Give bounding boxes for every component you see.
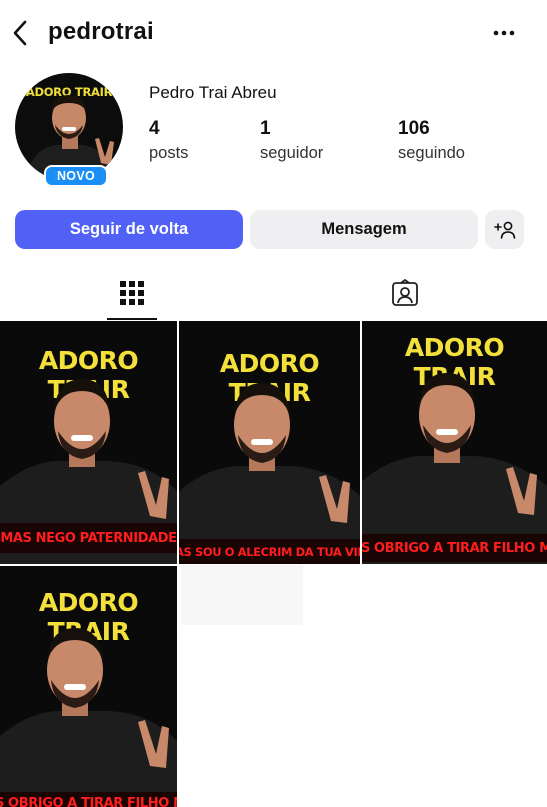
profile-tabs xyxy=(0,266,547,320)
more-options-button[interactable] xyxy=(491,22,517,44)
post-photo xyxy=(179,383,360,564)
grid-icon xyxy=(120,281,144,305)
following-count: 106 xyxy=(398,118,430,139)
stat-followers[interactable]: 1 seguidor xyxy=(260,118,323,163)
active-tab-indicator xyxy=(107,318,157,320)
profile-username: pedrotrai xyxy=(48,18,154,45)
post-tile-3[interactable]: ADORO TRAIR MAS OBRIGO A TIRAR FILHO MEU xyxy=(362,321,547,564)
tab-tagged[interactable] xyxy=(380,266,430,320)
post-tile-2[interactable]: ADORO TRAIR MAS SOU O ALECRIM DA TUA VID… xyxy=(179,321,360,564)
stat-following[interactable]: 106 seguindo xyxy=(398,118,465,163)
profile-full-name: Pedro Trai Abreu xyxy=(149,83,277,102)
tab-posts-grid[interactable] xyxy=(107,266,157,320)
tagged-icon xyxy=(392,279,418,306)
profile-avatar-container[interactable]: ADORO TRAIR NOVO xyxy=(15,73,123,187)
back-button[interactable] xyxy=(6,18,34,48)
post-tile-4[interactable]: ADORO TRAIR MAS OBRIGO A TIRAR FILHO MEU xyxy=(0,566,177,807)
post-caption: MAS OBRIGO A TIRAR FILHO MEU xyxy=(0,792,177,807)
post-tile-1[interactable]: ADORO TRAIR MAS NEGO PATERNIDADE xyxy=(0,321,177,564)
post-photo xyxy=(0,628,177,807)
add-user-icon xyxy=(493,221,515,239)
following-label: seguindo xyxy=(398,144,465,162)
post-caption: MAS OBRIGO A TIRAR FILHO MEU xyxy=(362,534,547,562)
posts-label: posts xyxy=(149,144,189,162)
posts-count: 4 xyxy=(149,118,160,139)
top-bar: pedrotrai xyxy=(0,0,547,66)
add-user-button[interactable] xyxy=(485,210,524,249)
new-badge: NOVO xyxy=(44,165,108,187)
follow-back-button[interactable]: Seguir de volta xyxy=(15,210,243,249)
post-photo xyxy=(362,373,547,564)
empty-grid-area xyxy=(181,565,303,625)
stat-posts[interactable]: 4 posts xyxy=(149,118,188,163)
message-button[interactable]: Mensagem xyxy=(250,210,478,249)
followers-label: seguidor xyxy=(260,144,324,162)
post-caption: MAS NEGO PATERNIDADE xyxy=(0,523,177,553)
followers-count: 1 xyxy=(260,118,271,139)
more-icon xyxy=(493,30,515,36)
post-caption: MAS SOU O ALECRIM DA TUA VIDA xyxy=(179,539,360,564)
chevron-left-icon xyxy=(13,20,27,46)
